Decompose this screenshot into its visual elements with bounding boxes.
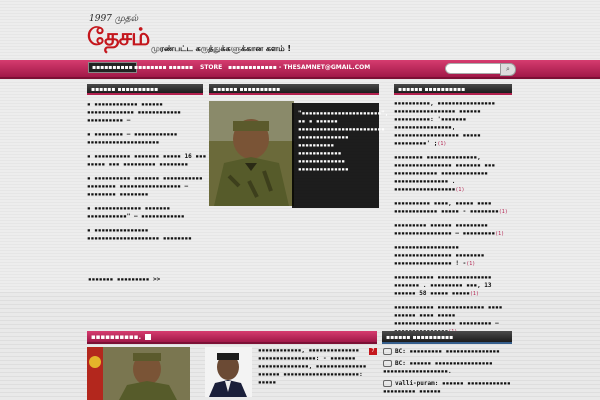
list-item[interactable]: ▪ ▪▪▪▪▪▪▪▪▪▪▪▪▪▪▪ ▪▪▪▪▪▪▪▪▪▪▪▪▪▪▪▪▪▪▪▪ ▪… [87,227,207,243]
list-item[interactable]: ▪▪▪▪▪▪▪▪▪ ▪▪▪▪▪▪ ▪▪▪▪▪▪▪▪▪ ▪▪▪▪▪▪▪▪▪▪▪▪▪… [394,222,516,238]
list-item[interactable]: ▪ ▪▪▪▪▪▪▪▪▪▪▪▪ ▪▪▪▪▪▪ ▪▪▪▪▪▪▪▪▪▪▪▪▪ ▪▪▪▪… [87,101,207,125]
comment-author: BC: [395,360,406,367]
square-icon [145,334,152,340]
left-news-list: ▪ ▪▪▪▪▪▪▪▪▪▪▪▪ ▪▪▪▪▪▪ ▪▪▪▪▪▪▪▪▪▪▪▪▪ ▪▪▪▪… [87,101,207,249]
comment-count: (1) [455,187,465,193]
right-section-header: ▪▪▪▪▪▪ ▪▪▪▪▪▪▪▪▪▪ [394,84,512,95]
nav-item-contact[interactable]: ▪▪▪▪▪▪▪▪▪▪▪▪ - THESAMNET@GMAIL.COM [228,64,370,71]
comments-section-header: ▪▪▪▪▪▪ ▪▪▪▪▪▪▪▪▪▪ [382,331,512,344]
comment-item[interactable]: valli-puram: ▪▪▪▪▪▪ ▪▪▪▪▪▪▪▪▪▪▪▪ ▪▪▪▪▪▪▪… [383,380,515,396]
list-item[interactable]: ▪▪▪▪▪▪▪▪▪▪, ▪▪▪▪▪▪▪▪▪▪▪▪▪▪▪▪ ▪▪▪▪▪▪▪▪▪▪▪… [394,100,516,148]
list-item[interactable]: ▪ ▪▪▪▪▪▪▪▪▪▪ ▪▪▪▪▪▪▪ ▪▪▪▪▪▪▪▪▪▪▪ ▪▪▪▪▪▪▪… [87,175,207,199]
list-item[interactable]: ▪ ▪▪▪▪▪▪▪▪▪▪ ▪▪▪▪▪▪▪ ▪▪▪▪▪ 16 ▪▪▪ ▪▪▪▪▪ … [87,153,207,169]
recent-comments-list: BC: ▪▪▪▪▪▪▪▪▪ ▪▪▪▪▪▪▪▪▪▪▪▪▪▪▪ BC: ▪▪▪▪▪▪… [383,348,515,396]
right-section-title: ▪▪▪▪▪▪ ▪▪▪▪▪▪▪▪▪▪ [398,86,466,93]
featured-article-text[interactable]: ▪▪▪▪▪▪▪▪▪▪▪▪, ▪▪▪▪▪▪▪▪▪▪▪▪▪▪ ▪▪▪▪▪▪▪▪▪▪▪… [258,347,368,387]
comment-count: (1) [495,231,505,237]
site-logo[interactable]: 1997 முதல் தேசம் முரண்பட்ட கருத்துக்களுக… [87,14,291,62]
comment-count: (1) [466,261,476,267]
comment-item[interactable]: BC: ▪▪▪▪▪▪▪▪▪ ▪▪▪▪▪▪▪▪▪▪▪▪▪▪▪ [383,348,515,356]
main-nav: ▪▪▪▪▪▪▪▪▪▪ ▪▪▪▪▪▪▪▪ ▪▪▪▪▪▪ STORE ▪▪▪▪▪▪▪… [0,60,600,79]
comment-author: valli-puram: [395,380,439,387]
featured-photo[interactable] [209,101,294,206]
list-item[interactable]: ▪▪▪▪▪▪▪▪▪▪ ▪▪▪▪, ▪▪▪▪▪ ▪▪▪▪ ▪▪▪▪▪▪▪▪▪▪▪▪… [394,200,516,216]
list-item[interactable]: ▪ ▪▪▪▪▪▪▪▪ – ▪▪▪▪▪▪▪▪▪▪▪▪ ▪▪▪▪▪▪▪▪▪▪▪▪▪▪… [87,131,207,147]
featured-caption[interactable]: "▪▪▪▪▪▪▪▪▪▪▪▪▪▪▪▪▪▪▪▪▪▪", ▪▪ ▪ ▪▪▪▪▪▪ ▪▪… [292,103,388,208]
logo-title: தேசம் [87,22,150,51]
nav-item-store[interactable]: STORE [200,64,222,71]
person-photo[interactable] [205,347,252,397]
comments-section-title: ▪▪▪▪▪▪ ▪▪▪▪▪▪▪▪▪▪ [386,334,454,341]
comment-item[interactable]: BC: ▪▪▪▪▪▪ ▪▪▪▪▪▪▪▪▪▪▪▪▪▪▪▪ ▪▪▪▪▪▪▪▪▪▪▪▪… [383,360,515,376]
search-button[interactable]: ⌕ [500,63,516,76]
comment-badge[interactable]: 7 [369,348,377,355]
left-section-title: ▪▪▪▪▪▪ ▪▪▪▪▪▪▪▪▪▪ [91,86,159,93]
logo-tagline: முரண்பட்ட கருத்துக்களுக்கான களம் ! [151,44,292,53]
search-icon: ⌕ [506,65,510,73]
featured-section-header: ▪▪▪▪▪▪▪▪▪▪. [87,331,377,344]
right-news-list: ▪▪▪▪▪▪▪▪▪▪, ▪▪▪▪▪▪▪▪▪▪▪▪▪▪▪▪ ▪▪▪▪▪▪▪▪▪▪▪… [394,100,516,342]
center-section-title: ▪▪▪▪▪▪ ▪▪▪▪▪▪▪▪▪▪ [213,86,281,93]
list-item[interactable]: ▪▪▪▪▪▪▪▪ ▪▪▪▪▪▪▪▪▪▪▪▪▪▪, ▪▪▪▪▪▪▪▪▪▪▪▪▪▪▪… [394,154,516,194]
featured-section-title: ▪▪▪▪▪▪▪▪▪▪. [91,333,142,341]
comment-count: (1) [498,209,508,215]
more-link[interactable]: ▪▪▪▪▪▪▪ ▪▪▪▪▪▪▪▪▪ >> [88,276,160,283]
comment-author: BC: [395,348,406,355]
left-section-header: ▪▪▪▪▪▪ ▪▪▪▪▪▪▪▪▪▪ [87,84,203,95]
nav-item-2[interactable]: ▪▪▪▪▪▪▪▪ ▪▪▪▪▪▪ [134,64,193,71]
featured-photo-2[interactable] [87,347,190,400]
comment-count: (1) [437,141,447,147]
nav-item-home[interactable]: ▪▪▪▪▪▪▪▪▪▪ [88,62,137,73]
comment-icon [383,360,392,367]
comment-icon [383,380,392,387]
list-item[interactable]: ▪▪▪▪▪▪▪▪▪▪▪ ▪▪▪▪▪▪▪▪▪▪▪▪▪▪▪ ▪▪▪▪▪▪▪ . ▪▪… [394,274,516,298]
list-item[interactable]: ▪▪▪▪▪▪▪▪▪▪▪▪▪▪▪▪▪▪ ▪▪▪▪▪▪▪▪▪▪▪▪▪▪▪▪ ▪▪▪▪… [394,244,516,268]
list-item[interactable]: ▪ ▪▪▪▪▪▪▪▪▪▪▪▪▪ ▪▪▪▪▪▪▪ ▪▪▪▪▪▪▪▪▪▪▪" – ▪… [87,205,207,221]
center-section-header: ▪▪▪▪▪▪ ▪▪▪▪▪▪▪▪▪▪ [209,84,379,95]
comment-icon [383,348,392,355]
comment-count: (1) [469,291,479,297]
